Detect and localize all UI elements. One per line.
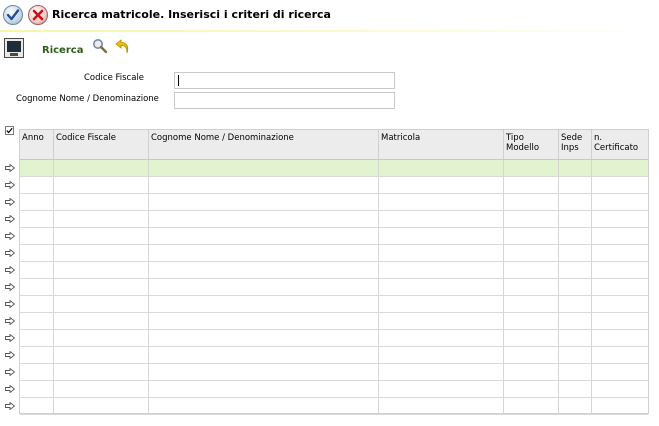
text-caret <box>178 75 179 86</box>
column-header-n-certificato[interactable]: n. Certificato <box>592 130 648 159</box>
table-row[interactable] <box>20 194 648 211</box>
arrow-right-icon[interactable] <box>5 402 15 410</box>
column-header-anno[interactable]: Anno <box>20 130 54 159</box>
table-row[interactable] <box>20 262 648 279</box>
arrow-right-icon[interactable] <box>5 283 15 291</box>
column-divider <box>53 160 54 413</box>
table-row[interactable] <box>20 177 648 194</box>
codice-fiscale-label: Codice Fiscale <box>84 73 145 83</box>
column-header-matricola[interactable]: Matricola <box>379 130 504 159</box>
cognome-nome-input[interactable] <box>174 92 395 109</box>
select-all-checkbox[interactable] <box>5 126 14 135</box>
table-row[interactable] <box>20 160 648 177</box>
table-row[interactable] <box>20 347 648 364</box>
monitor-icon[interactable] <box>4 38 24 58</box>
arrow-right-icon[interactable] <box>5 198 15 206</box>
confirm-button[interactable] <box>3 5 23 25</box>
arrow-right-icon[interactable] <box>5 232 15 240</box>
undo-icon[interactable] <box>114 37 132 55</box>
column-header-tipo-modello[interactable]: Tipo Modello <box>504 130 559 159</box>
arrow-right-icon[interactable] <box>5 334 15 342</box>
column-divider <box>148 160 149 413</box>
table-row[interactable] <box>20 211 648 228</box>
cognome-nome-label: Cognome Nome / Denominazione <box>16 94 159 104</box>
table-row[interactable] <box>20 228 648 245</box>
arrow-right-icon[interactable] <box>5 249 15 257</box>
table-row[interactable] <box>20 279 648 296</box>
column-header-sede-inps[interactable]: Sede Inps <box>559 130 592 159</box>
column-divider <box>558 160 559 413</box>
cancel-button[interactable] <box>28 5 48 25</box>
table-row[interactable] <box>20 381 648 398</box>
search-icon[interactable] <box>92 38 108 54</box>
column-header-cognome-nome[interactable]: Cognome Nome / Denominazione <box>149 130 379 159</box>
arrow-right-icon[interactable] <box>5 181 15 189</box>
arrow-right-icon[interactable] <box>5 351 15 359</box>
close-icon <box>32 9 44 21</box>
table-row[interactable] <box>20 296 648 313</box>
column-header-codice-fiscale[interactable]: Codice Fiscale <box>54 130 149 159</box>
title-underline <box>0 30 659 32</box>
table-row[interactable] <box>20 245 648 262</box>
arrow-right-icon[interactable] <box>5 385 15 393</box>
arrow-right-icon[interactable] <box>5 300 15 308</box>
checkmark-icon <box>6 9 20 21</box>
arrow-right-icon[interactable] <box>5 266 15 274</box>
table-row[interactable] <box>20 364 648 381</box>
window-title: Ricerca matricole. Inserisci i criteri d… <box>52 8 331 21</box>
arrow-right-icon[interactable] <box>5 368 15 376</box>
arrow-right-icon[interactable] <box>5 215 15 223</box>
codice-fiscale-input[interactable] <box>174 72 395 89</box>
column-divider <box>378 160 379 413</box>
grid-header: Anno Codice Fiscale Cognome Nome / Denom… <box>20 130 648 160</box>
results-grid: Anno Codice Fiscale Cognome Nome / Denom… <box>19 129 649 415</box>
arrow-right-icon[interactable] <box>5 164 15 172</box>
column-divider <box>503 160 504 413</box>
table-row[interactable] <box>20 313 648 330</box>
column-divider <box>591 160 592 413</box>
section-label: Ricerca <box>42 45 84 56</box>
table-row[interactable] <box>20 330 648 347</box>
arrow-right-icon[interactable] <box>5 317 15 325</box>
title-bar: Ricerca matricole. Inserisci i criteri d… <box>0 0 659 32</box>
table-row[interactable] <box>20 398 648 415</box>
